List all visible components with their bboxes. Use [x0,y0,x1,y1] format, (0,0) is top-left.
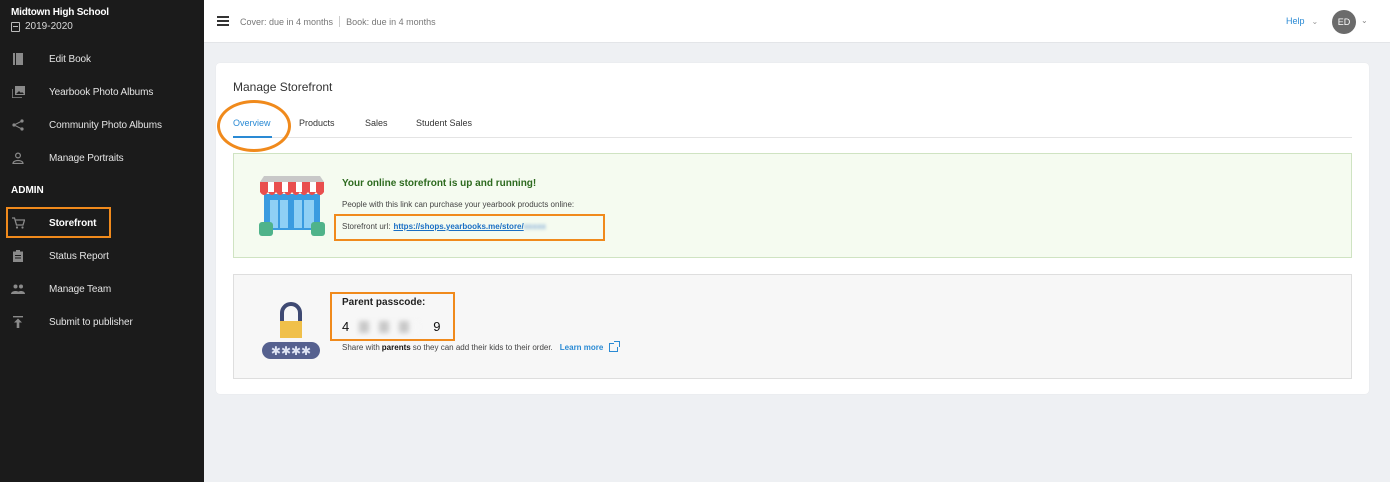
sidebar-item-label: Status Report [49,250,109,262]
book-due-label: Book: due in 4 months [346,16,436,27]
cover-due-label: Cover: due in 4 months [240,16,334,27]
learn-more-link[interactable]: Learn more [560,343,604,352]
sidebar-item-yearbook-photo-albums[interactable]: Yearbook Photo Albums [0,79,204,105]
book-icon [11,52,25,66]
help-menu[interactable]: Help ⌄ [1286,16,1318,26]
school-header[interactable]: Midtown High School 2019-2020 [0,0,204,43]
share-suffix: so they can add their kids to their orde… [412,343,553,352]
parent-passcode-panel: ✱✱✱✱ Parent passcode: 4 9 Share with par… [233,274,1352,379]
group-icon [11,282,25,296]
sidebar-item-label: Submit to publisher [49,316,133,328]
chevron-down-icon[interactable]: ⌄ [1361,16,1368,25]
sidebar-item-label: Yearbook Photo Albums [49,86,154,98]
share-icon [11,118,25,132]
sidebar-item-label: Manage Portraits [49,152,124,164]
sidebar-item-status-report[interactable]: Status Report [0,243,204,269]
overview-highlight-circle [217,100,291,152]
url-highlight-box [334,214,605,241]
sidebar-item-manage-team[interactable]: Manage Team [0,276,204,302]
tab-bar: Overview Products Sales Student Sales [233,114,1352,138]
sidebar-item-label: Edit Book [49,53,91,65]
passcode-share-text: Share with parents so they can add their… [342,341,621,352]
page-title: Manage Storefront [233,80,333,94]
tab-student-sales[interactable]: Student Sales [416,118,472,128]
chevron-down-icon: ⌄ [1311,16,1319,26]
storefront-highlight-box [6,207,111,238]
sidebar-item-community-photo-albums[interactable]: Community Photo Albums [0,112,204,138]
school-name: Midtown High School [11,7,109,18]
top-bar: Cover: due in 4 months Book: due in 4 mo… [204,0,1390,43]
sidebar-item-manage-portraits[interactable]: Manage Portraits [0,145,204,171]
calendar-icon [11,21,20,32]
help-label: Help [1286,16,1305,26]
storefront-status-subtext: People with this link can purchase your … [342,200,575,209]
avatar[interactable]: ED [1332,10,1356,34]
storefront-status-panel: Your online storefront is up and running… [233,153,1352,258]
share-bold: parents [381,343,411,352]
photo-album-icon [11,85,25,99]
manage-storefront-card: Manage Storefront Overview Products Sale… [216,63,1369,394]
svg-text:✱✱✱✱: ✱✱✱✱ [271,344,311,358]
tab-products[interactable]: Products [299,118,335,128]
storefront-shop-icon [258,176,326,238]
sidebar-item-label: Manage Team [49,283,112,295]
external-link-icon[interactable] [609,341,621,352]
clipboard-icon [11,249,25,263]
hamburger-menu-icon[interactable] [217,16,229,26]
upload-icon [11,315,25,329]
lock-icon: ✱✱✱✱ [262,299,320,359]
school-year: 2019-2020 [11,21,204,32]
admin-section-label: ADMIN [11,185,44,196]
school-year-label: 2019-2020 [25,21,73,32]
due-dates: Cover: due in 4 months Book: due in 4 mo… [240,16,436,27]
person-icon [11,151,25,165]
sidebar-item-label: Community Photo Albums [49,119,162,131]
divider [339,16,341,27]
sidebar: Midtown High School 2019-2020 Edit Book … [0,0,204,482]
share-prefix: Share with [342,343,380,352]
storefront-status-heading: Your online storefront is up and running… [342,178,537,189]
sidebar-item-submit-to-publisher[interactable]: Submit to publisher [0,309,204,335]
tab-sales[interactable]: Sales [365,118,388,128]
sidebar-item-edit-book[interactable]: Edit Book [0,46,204,72]
passcode-highlight-box [330,292,455,341]
